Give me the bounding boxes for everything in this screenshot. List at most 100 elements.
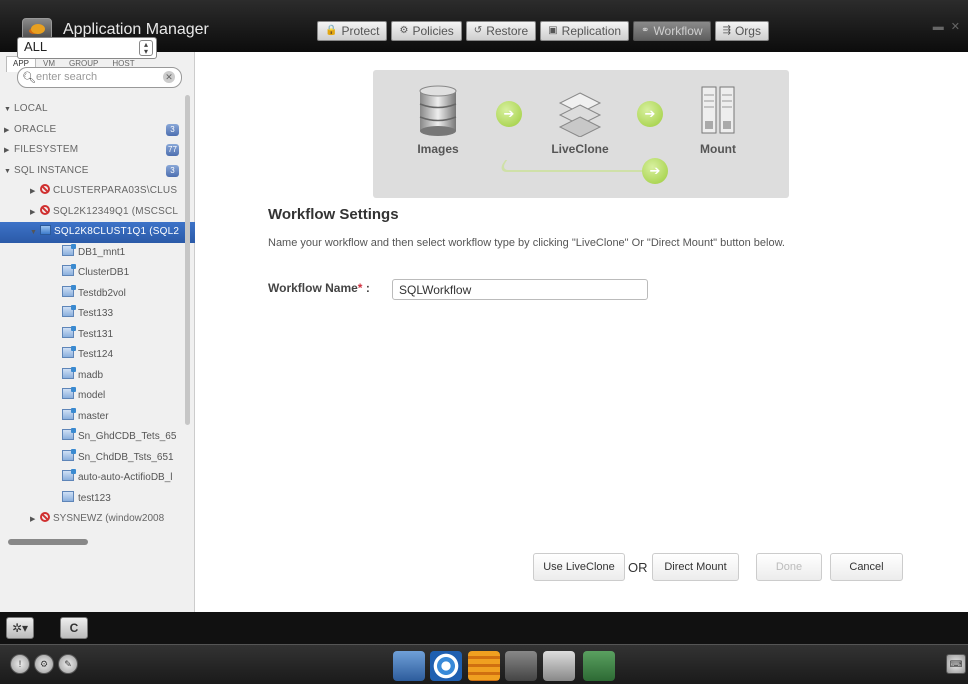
app-manager-icon[interactable] xyxy=(505,651,537,681)
database-item-label: master xyxy=(78,410,109,422)
settings-menu-button[interactable]: ✲▾ xyxy=(6,617,34,639)
storage-icon[interactable] xyxy=(468,651,500,681)
tab-workflow[interactable]: ⚭ Workflow xyxy=(633,21,711,41)
count-badge: 3 xyxy=(166,164,179,177)
filter-select-value: ALL xyxy=(24,39,48,54)
tab-protect[interactable]: 🔒 Protect xyxy=(317,21,388,41)
tree-node[interactable]: ▼ SQL INSTANCE 3 xyxy=(0,161,195,182)
tree-node-label: SYSNEWZ (window2008 xyxy=(53,513,165,524)
database-icon xyxy=(62,243,76,256)
database-item[interactable]: test123 xyxy=(0,489,195,510)
workflow-name-label-text: Workflow Name xyxy=(268,281,358,295)
tree-node-label: LOCAL xyxy=(14,103,48,114)
system-monitor-icon[interactable] xyxy=(583,651,615,681)
required-mark: * xyxy=(357,281,363,295)
database-item[interactable]: model xyxy=(0,386,195,407)
chevron-right-icon[interactable]: ▶ xyxy=(4,121,14,141)
database-item[interactable]: Testdb2vol xyxy=(0,284,195,305)
tools-icon[interactable]: ✎ xyxy=(58,654,78,674)
database-icon xyxy=(62,305,76,317)
tree-node[interactable]: ▼ SQL2K8CLUST1Q1 (SQL2 xyxy=(0,222,195,243)
chevron-right-icon[interactable]: ▶ xyxy=(30,182,40,202)
tree-node[interactable]: ▶ SQL2K12349Q1 (MSCSCL xyxy=(0,202,195,223)
tab-policies[interactable]: ⚙ Policies xyxy=(391,21,462,41)
database-item[interactable]: Sn_ChdDB_Tsts_651 xyxy=(0,448,195,469)
app-tree: ▼ LOCAL ▶ ORACLE 3 ▶ FILESYSTEM 77 ▼ SQL INSTANCE… xyxy=(0,99,195,530)
done-button[interactable]: Done xyxy=(756,553,822,581)
chevron-down-icon[interactable]: ▼ xyxy=(4,162,14,182)
workflow-diagram: Images ➔ LiveClone ➔ Mount ➔ xyxy=(373,70,789,198)
no-protection-icon xyxy=(40,204,50,215)
chevron-right-icon[interactable]: ▶ xyxy=(4,141,14,161)
tab-orgs[interactable]: ⇶ Orgs xyxy=(714,21,769,41)
select-stepper-icon[interactable]: ▴ ▾ xyxy=(139,40,153,56)
database-item-label: Test131 xyxy=(78,328,114,340)
workflow-name-input[interactable] xyxy=(392,279,648,300)
tab-workflow-label: Workflow xyxy=(653,24,703,38)
tab-orgs-label: Orgs xyxy=(734,24,761,38)
window-controls-icon[interactable]: ▬ ✕ xyxy=(933,20,962,33)
stage-liveclone-label: LiveClone xyxy=(551,142,609,156)
use-liveclone-button[interactable]: Use LiveClone xyxy=(533,553,625,581)
chevron-right-icon[interactable]: ▶ xyxy=(30,203,40,223)
workflow-icon: ⚭ xyxy=(641,25,650,36)
stage-mount-label: Mount xyxy=(700,142,736,156)
images-database-icon xyxy=(419,85,457,136)
database-item[interactable]: auto-auto-ActifioDB_l xyxy=(0,468,195,489)
keyboard-icon[interactable]: ⌨ xyxy=(946,654,966,674)
tree-node-label: CLUSTERPARA03S\CLUS xyxy=(53,185,178,196)
database-item-label: Sn_GhdCDB_Tets_65 xyxy=(78,431,177,442)
domain-manager-icon[interactable] xyxy=(393,651,425,681)
tree-node[interactable]: ▶ CLUSTERPARA03S\CLUS xyxy=(0,181,195,202)
database-item[interactable]: master xyxy=(0,407,195,428)
workflow-name-label: Workflow Name* : xyxy=(268,281,370,295)
tab-replication[interactable]: ▣ Replication xyxy=(540,21,630,41)
database-item[interactable]: Sn_GhdCDB_Tets_65 xyxy=(0,427,195,448)
tree-node-label: SQL INSTANCE xyxy=(14,164,89,176)
cancel-button[interactable]: Cancel xyxy=(830,553,903,581)
stage-images-label: Images xyxy=(417,142,459,156)
tab-replication-label: Replication xyxy=(561,24,622,38)
settings-gear-icon[interactable]: ⚙ xyxy=(34,654,54,674)
database-item-label: test123 xyxy=(78,492,111,504)
orgs-icon: ⇶ xyxy=(722,25,731,36)
database-item[interactable]: Test131 xyxy=(0,325,195,346)
refresh-button[interactable]: C xyxy=(60,617,88,639)
tree-node-label: SQL2K8CLUST1Q1 (SQL2 xyxy=(54,226,180,237)
chevron-right-icon[interactable]: ▶ xyxy=(30,510,40,530)
database-item-label: DB1_mnt1 xyxy=(78,246,126,258)
database-icon xyxy=(62,428,76,440)
tree-node[interactable]: ▶ FILESYSTEM 77 xyxy=(0,140,195,161)
database-item-label: Test124 xyxy=(78,349,114,360)
sla-monitor-icon[interactable] xyxy=(430,651,462,681)
search-input[interactable]: 🔍︎ enter search ✕ xyxy=(17,67,182,88)
info-icon[interactable]: ! xyxy=(10,654,30,674)
database-item[interactable]: DB1_mnt1 xyxy=(0,243,195,264)
tree-node[interactable]: ▶ SYSNEWZ (window2008 xyxy=(0,509,195,530)
clear-search-icon[interactable]: ✕ xyxy=(163,71,175,83)
direct-mount-button[interactable]: Direct Mount xyxy=(652,553,739,581)
database-icon xyxy=(62,448,76,461)
or-label: OR xyxy=(628,560,648,575)
database-icon xyxy=(62,490,74,502)
database-item-label: Test133 xyxy=(78,308,114,319)
database-item[interactable]: madb xyxy=(0,366,195,387)
database-icon xyxy=(62,284,76,297)
tab-restore[interactable]: ↺ Restore xyxy=(465,21,537,41)
filter-select[interactable]: ALL ▴ ▾ xyxy=(17,37,157,59)
report-icon[interactable] xyxy=(543,651,575,681)
chevron-down-icon[interactable]: ▼ xyxy=(30,223,40,243)
tree-node[interactable]: ▶ ORACLE 3 xyxy=(0,120,195,141)
database-item[interactable]: Test124 xyxy=(0,345,195,366)
database-icon xyxy=(62,366,76,379)
sidebar-horizontal-scrollbar[interactable] xyxy=(8,539,88,545)
database-item-label: madb xyxy=(78,369,104,381)
count-badge: 3 xyxy=(166,123,179,136)
sidebar-scrollbar[interactable] xyxy=(185,95,190,425)
database-item[interactable]: ClusterDB1 xyxy=(0,263,195,284)
chevron-down-icon[interactable]: ▼ xyxy=(4,100,14,120)
database-icon xyxy=(62,264,76,276)
replication-icon: ▣ xyxy=(548,25,558,36)
database-item[interactable]: Test133 xyxy=(0,304,195,325)
tree-node[interactable]: ▼ LOCAL xyxy=(0,99,195,120)
